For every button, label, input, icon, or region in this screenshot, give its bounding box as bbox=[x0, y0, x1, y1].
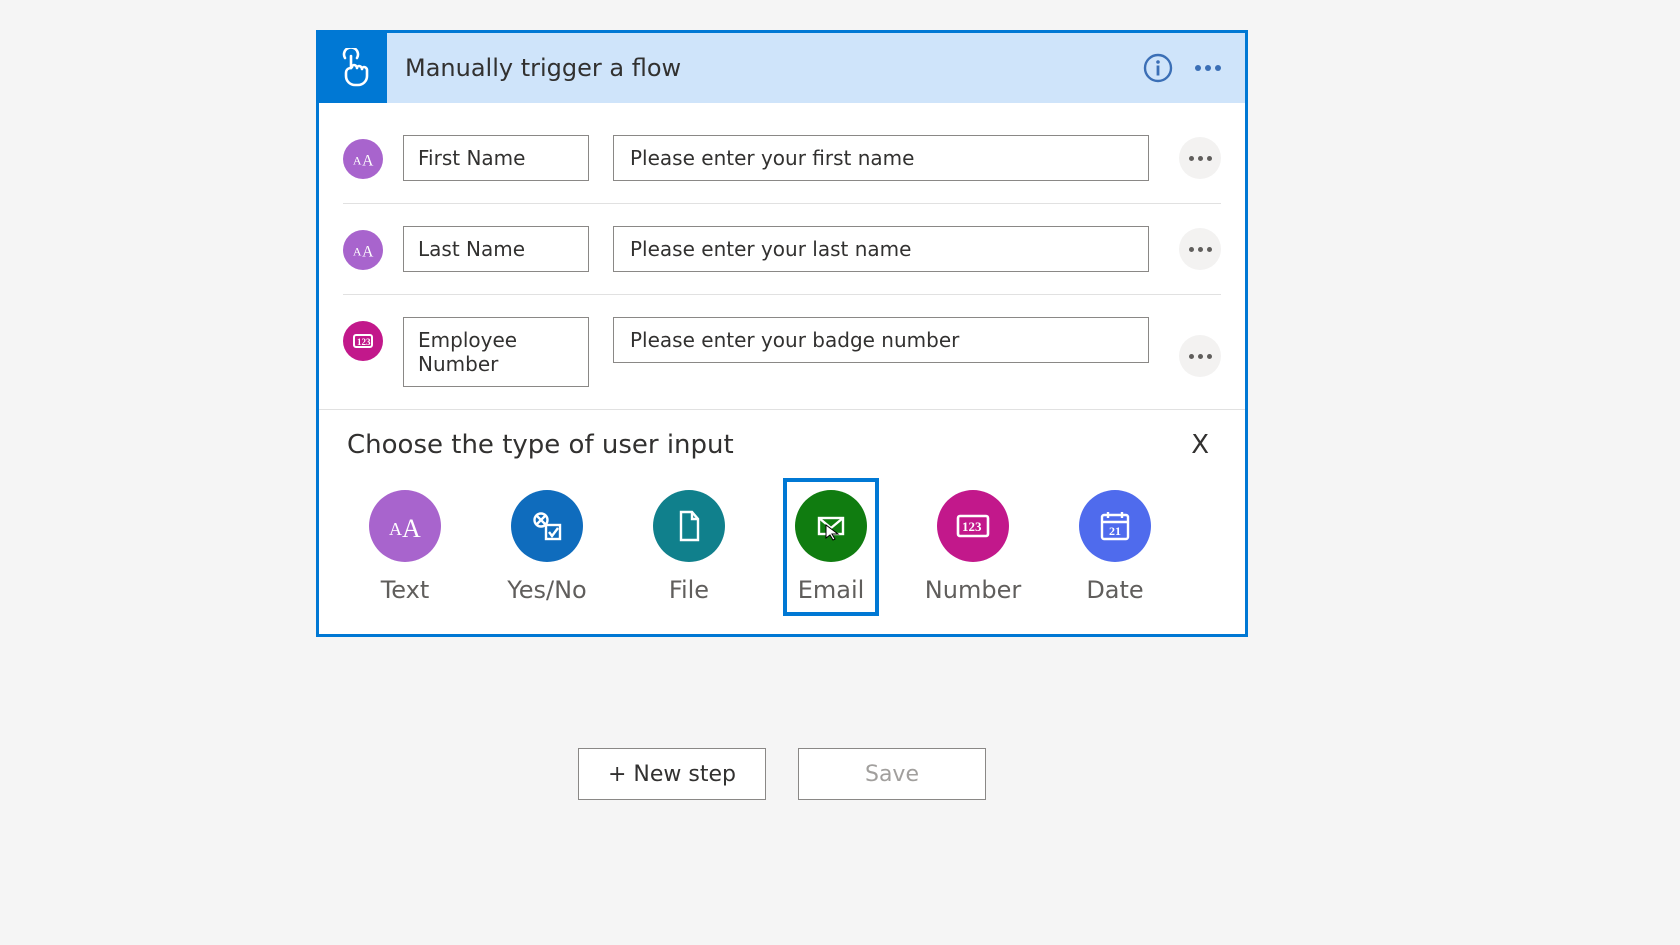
input-row: 123 Employee Number Please enter your ba… bbox=[343, 294, 1221, 409]
type-label: Email bbox=[798, 576, 865, 604]
input-type-yesno[interactable]: Yes/No bbox=[499, 478, 595, 616]
info-icon bbox=[1142, 52, 1174, 84]
type-label: Date bbox=[1086, 576, 1143, 604]
svg-text:A: A bbox=[353, 245, 362, 259]
type-label: Text bbox=[381, 576, 430, 604]
ellipsis-icon bbox=[1195, 65, 1221, 71]
new-step-button[interactable]: + New step bbox=[578, 748, 766, 800]
ellipsis-icon bbox=[1189, 247, 1212, 252]
input-type-text[interactable]: AA Text bbox=[357, 478, 453, 616]
chooser-title: Choose the type of user input bbox=[347, 430, 734, 460]
svg-text:A: A bbox=[362, 243, 374, 260]
input-description-field[interactable]: Please enter your first name bbox=[613, 135, 1149, 181]
type-label: Number bbox=[925, 576, 1021, 604]
input-row: AA Last Name Please enter your last name bbox=[343, 203, 1221, 294]
save-button[interactable]: Save bbox=[798, 748, 986, 800]
info-button[interactable] bbox=[1133, 43, 1183, 93]
text-type-icon: AA bbox=[343, 230, 383, 270]
file-icon bbox=[653, 490, 725, 562]
type-label: File bbox=[669, 576, 709, 604]
svg-text:A: A bbox=[402, 514, 421, 543]
yesno-icon bbox=[511, 490, 583, 562]
input-name-field[interactable]: Employee Number bbox=[403, 317, 589, 387]
svg-text:123: 123 bbox=[357, 337, 371, 347]
ellipsis-icon bbox=[1189, 354, 1212, 359]
flow-designer-canvas: Manually trigger a flow AA First Name Pl… bbox=[316, 30, 1248, 637]
number-icon: 123 bbox=[937, 490, 1009, 562]
input-type-email[interactable]: Email bbox=[783, 478, 879, 616]
trigger-card: Manually trigger a flow AA First Name Pl… bbox=[316, 30, 1248, 637]
cursor-icon bbox=[824, 523, 842, 541]
email-icon bbox=[795, 490, 867, 562]
chooser-close-button[interactable]: X bbox=[1183, 430, 1217, 460]
number-type-icon: 123 bbox=[343, 321, 383, 361]
input-row-menu-button[interactable] bbox=[1179, 137, 1221, 179]
svg-text:A: A bbox=[362, 152, 374, 169]
trigger-menu-button[interactable] bbox=[1183, 43, 1233, 93]
trigger-title: Manually trigger a flow bbox=[387, 54, 1133, 82]
trigger-card-header[interactable]: Manually trigger a flow bbox=[319, 33, 1245, 103]
date-icon: 21 bbox=[1079, 490, 1151, 562]
trigger-inputs-section: AA First Name Please enter your first na… bbox=[319, 103, 1245, 409]
text-icon: AA bbox=[369, 490, 441, 562]
input-type-date[interactable]: 21 Date bbox=[1067, 478, 1163, 616]
input-description-field[interactable]: Please enter your last name bbox=[613, 226, 1149, 272]
ellipsis-icon bbox=[1189, 156, 1212, 161]
input-row-menu-button[interactable] bbox=[1179, 228, 1221, 270]
svg-text:A: A bbox=[353, 154, 362, 168]
designer-bottom-buttons: + New step Save bbox=[578, 748, 986, 800]
type-label: Yes/No bbox=[507, 576, 586, 604]
input-row: AA First Name Please enter your first na… bbox=[343, 113, 1221, 203]
svg-text:21: 21 bbox=[1109, 524, 1121, 538]
input-name-field[interactable]: Last Name bbox=[403, 226, 589, 272]
input-row-menu-button[interactable] bbox=[1179, 335, 1221, 377]
svg-text:123: 123 bbox=[962, 519, 982, 534]
manual-trigger-icon bbox=[319, 33, 387, 103]
svg-text:A: A bbox=[389, 519, 402, 539]
input-type-number[interactable]: 123 Number bbox=[925, 478, 1021, 616]
text-type-icon: AA bbox=[343, 139, 383, 179]
input-description-field[interactable]: Please enter your badge number bbox=[613, 317, 1149, 363]
input-name-field[interactable]: First Name bbox=[403, 135, 589, 181]
input-type-tiles: AA Text Yes/No bbox=[347, 460, 1217, 616]
input-type-chooser: Choose the type of user input X AA Text bbox=[319, 409, 1245, 634]
input-type-file[interactable]: File bbox=[641, 478, 737, 616]
